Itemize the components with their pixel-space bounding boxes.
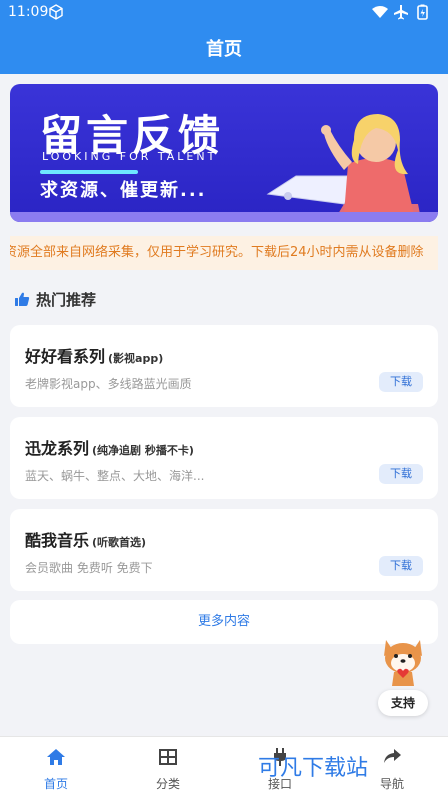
section-title: 热门推荐 <box>36 291 97 309</box>
battery-icon <box>417 4 428 20</box>
airplane-icon <box>394 5 408 20</box>
app-card-haohaokan[interactable]: 好好看系列 (影视app) 老牌影视app、多线路蓝光画质 下载 <box>10 325 438 407</box>
tab-home[interactable]: 首页 <box>0 737 112 796</box>
download-button[interactable]: 下载 <box>379 556 423 576</box>
feedback-banner[interactable]: 留言反馈 LOOKING FOR TALENT 求资源、催更新... <box>10 84 438 222</box>
shiba-mascot-icon[interactable] <box>380 632 426 688</box>
app-tag: (纯净追剧 秒播不卡) <box>92 444 194 457</box>
status-bar: 11:09 <box>0 0 448 26</box>
support-button[interactable]: 支持 <box>378 690 428 716</box>
more-content-button[interactable]: 更多内容 <box>10 600 438 644</box>
app-tag: (影视app) <box>108 352 164 365</box>
download-button[interactable]: 下载 <box>379 464 423 484</box>
download-button[interactable]: 下载 <box>379 372 423 392</box>
app-name: 迅龙系列 <box>25 439 90 458</box>
app-description: 蓝天、蜗牛、整点、大地、海洋... <box>25 469 205 483</box>
home-icon <box>47 749 65 765</box>
app-description: 会员歌曲 免费听 免费下 <box>25 561 153 575</box>
status-time: 11:09 <box>8 4 49 20</box>
app-card-xunlong[interactable]: 迅龙系列 (纯净追剧 秒播不卡) 蓝天、蜗牛、整点、大地、海洋... 下载 <box>10 417 438 499</box>
app-name: 酷我音乐 <box>25 531 90 550</box>
app-card-kuwo[interactable]: 酷我音乐 (听歌首选) 会员歌曲 免费听 免费下 下载 <box>10 509 438 591</box>
notice-text: 资源全部来自网络采集，仅用于学习研究。下载后24小时内需从设备删除 <box>10 245 424 260</box>
app-bar: 首页 <box>0 26 448 74</box>
banner-tagline: LOOKING FOR TALENT <box>42 150 218 163</box>
banner-subline: 求资源、催更新... <box>40 180 207 201</box>
grid-icon <box>159 749 177 765</box>
woman-laptop-illustration <box>266 114 420 214</box>
app-name: 好好看系列 <box>25 347 106 366</box>
tab-label: 首页 <box>43 777 68 791</box>
app-description: 老牌影视app、多线路蓝光画质 <box>25 377 192 391</box>
notice-marquee: 资源全部来自网络采集，仅用于学习研究。下载后24小时内需从设备删除 <box>10 236 438 270</box>
tab-label: 分类 <box>155 777 180 791</box>
app-title: 好好看系列 (影视app) <box>25 343 163 367</box>
wifi-icon <box>372 6 388 18</box>
page-title: 首页 <box>206 39 242 60</box>
app-tag: (听歌首选) <box>92 536 147 549</box>
thumbs-up-icon <box>15 292 30 306</box>
status-icons <box>372 4 428 20</box>
banner-strip <box>10 212 438 222</box>
bottom-tab-bar: 首页 分类 接口 导航 <box>0 736 448 796</box>
banner-underline <box>40 170 138 174</box>
cube-icon <box>49 4 63 20</box>
app-title: 酷我音乐 (听歌首选) <box>25 527 146 551</box>
app-title: 迅龙系列 (纯净追剧 秒播不卡) <box>25 435 194 459</box>
site-watermark: 可凡下载站 <box>258 756 369 781</box>
share-icon <box>384 749 401 763</box>
tab-category[interactable]: 分类 <box>112 737 224 796</box>
